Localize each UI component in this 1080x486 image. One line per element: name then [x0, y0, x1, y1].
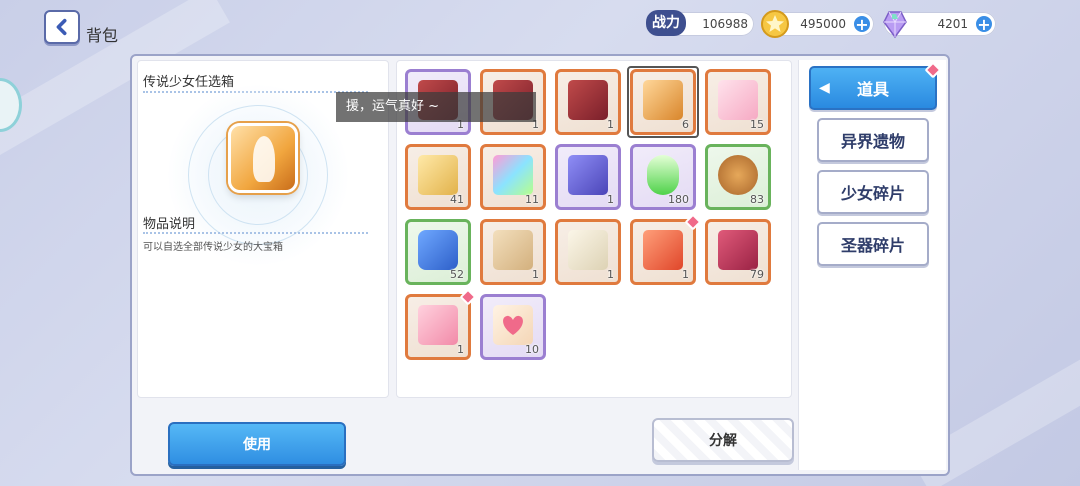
inventory-slot[interactable]: 83 [705, 144, 771, 210]
rainbow-ticket-icon [493, 155, 533, 195]
item-count: 1 [532, 268, 539, 281]
category-tabs: ◀ 道具 异界遗物 少女碎片 圣器碎片 [798, 60, 946, 470]
envelope-icon [493, 230, 533, 270]
inventory-slot[interactable]: 41 [405, 144, 471, 210]
inventory-slot[interactable]: 1 [555, 69, 621, 135]
description-text: 可以自选全部传说少女的大宝箱 [143, 242, 283, 253]
power-value: 106988 [702, 17, 748, 31]
power-display: 战力 106988 [646, 10, 754, 36]
tab-label: 道具 [856, 80, 889, 99]
inventory-slot[interactable]: 11 [480, 144, 546, 210]
use-button[interactable]: 使用 [168, 422, 346, 466]
inventory-slot[interactable]: 79 [705, 219, 771, 285]
scroll-icon [568, 230, 608, 270]
item-count: 1 [682, 268, 689, 281]
item-count: 52 [450, 268, 464, 281]
ticket-icon [718, 80, 758, 120]
cloth-roll-icon [718, 230, 758, 270]
add-gems-button[interactable]: + [974, 14, 994, 34]
item-count: 83 [750, 193, 764, 206]
inventory-slot[interactable]: 10 [480, 294, 546, 360]
cookie-icon [718, 155, 758, 195]
item-count: 6 [682, 118, 689, 131]
add-coins-button[interactable]: + [852, 14, 872, 34]
decompose-button[interactable]: 分解 [652, 418, 794, 462]
inventory-slot[interactable]: 1 [555, 219, 621, 285]
heart-ticket-icon [493, 305, 533, 345]
new-badge-icon [459, 288, 477, 306]
tab-girl-shards[interactable]: 少女碎片 [817, 170, 929, 214]
love-letter-icon [418, 305, 458, 345]
inventory-slot-selected[interactable]: 6 [627, 66, 699, 138]
description-heading: 物品说明 [143, 217, 196, 232]
inventory-slot[interactable]: 1 [405, 288, 477, 360]
gem-value: 4201 [937, 17, 968, 31]
item-count: 11 [525, 193, 539, 206]
item-name: 传说少女任选箱 [143, 75, 235, 90]
new-badge-icon [684, 213, 702, 231]
item-count: 1 [607, 193, 614, 206]
inventory-slot[interactable]: 52 [405, 219, 471, 285]
tab-artifact-shards[interactable]: 圣器碎片 [817, 222, 929, 266]
item-count: 41 [450, 193, 464, 206]
tab-relics[interactable]: 异界遗物 [817, 118, 929, 162]
tab-label: 少女碎片 [840, 184, 905, 203]
back-button[interactable] [44, 10, 80, 44]
item-count: 79 [750, 268, 764, 281]
tab-label: 异界遗物 [840, 132, 905, 151]
coin-value: 495000 [800, 17, 846, 31]
item-count: 1 [607, 118, 614, 131]
tab-label: 圣器碎片 [840, 236, 905, 255]
tab-items[interactable]: ◀ 道具 [809, 61, 942, 110]
orange-box-icon [643, 80, 683, 120]
item-count: 15 [750, 118, 764, 131]
selected-item-icon [228, 123, 298, 193]
red-box-icon [568, 80, 608, 120]
gem-counter: 4201 + [883, 11, 996, 39]
item-count: 1 [607, 268, 614, 281]
inventory-slot[interactable]: 1 [480, 219, 546, 285]
power-label: 战力 [646, 10, 686, 36]
star-coin-icon [761, 10, 789, 38]
inventory-slot[interactable]: 1 [555, 144, 621, 210]
chevron-left-icon: ◀ [819, 80, 830, 96]
item-tooltip: 援，运气真好 ~ [336, 92, 536, 122]
coin-counter: 495000 + [761, 10, 874, 38]
item-count: 1 [457, 343, 464, 356]
inventory-slot[interactable]: 180 [630, 144, 696, 210]
gold-card-icon [418, 155, 458, 195]
coupon-icon [643, 230, 683, 270]
new-badge-icon [924, 61, 942, 79]
page-title: 背包 [86, 26, 119, 45]
crystal-icon [883, 11, 907, 39]
inventory-slot[interactable]: 1 [630, 213, 702, 285]
item-count: 180 [668, 193, 689, 206]
chip-icon [418, 230, 458, 270]
chevron-left-icon [56, 18, 67, 36]
sword-card-icon [568, 155, 608, 195]
potion-tube-icon [647, 155, 679, 195]
inventory-slot[interactable]: 15 [705, 69, 771, 135]
divider [143, 232, 368, 234]
item-count: 10 [525, 343, 539, 356]
